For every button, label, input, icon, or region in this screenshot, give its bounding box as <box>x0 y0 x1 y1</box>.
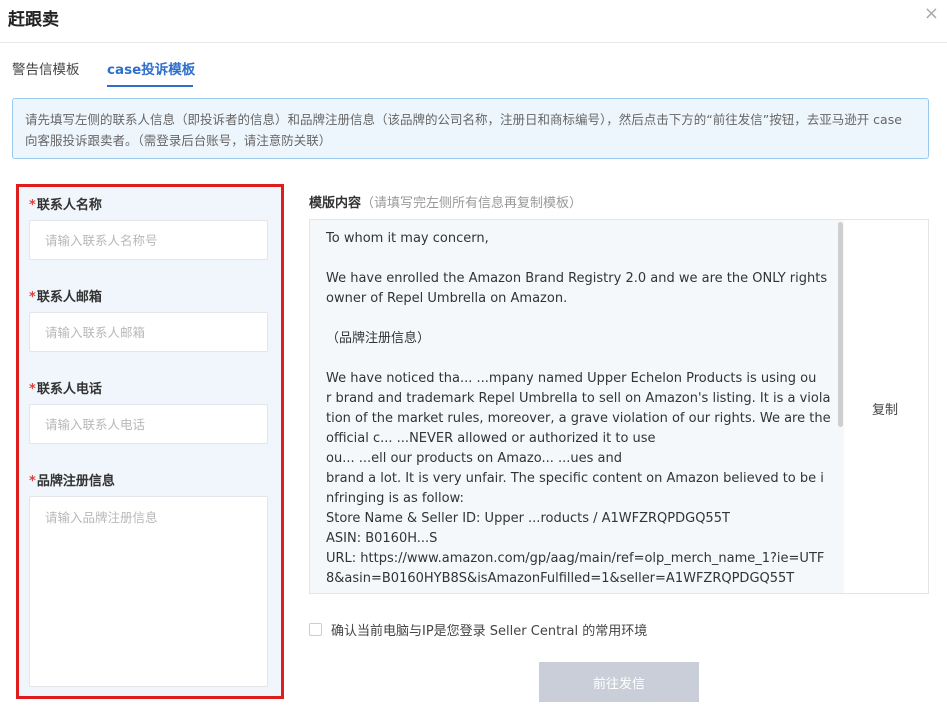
contact-phone-input[interactable] <box>29 404 268 444</box>
brand-registry-textarea[interactable] <box>29 496 268 687</box>
contact-email-input[interactable] <box>29 312 268 352</box>
template-line: nfringing is as follow: <box>326 491 464 506</box>
template-text: To whom it may concern, We have enrolled… <box>310 220 844 593</box>
required-mark: * <box>29 198 36 213</box>
template-line: official c... ...NEVER allowed or author… <box>326 431 656 446</box>
contact-form-panel: *联系人名称 *联系人邮箱 *联系人电话 *品牌注册信息 <box>16 184 284 699</box>
template-line: ou... ...ell our products on Amazo... ..… <box>326 451 622 466</box>
template-line: tion of the market rules, moreover, a gr… <box>326 411 831 426</box>
copy-button[interactable]: 复制 <box>872 399 898 418</box>
required-mark: * <box>29 474 36 489</box>
confirm-label: 确认当前电脑与IP是您登录 Seller Central 的常用环境 <box>331 624 648 639</box>
contact-email-label: *联系人邮箱 <box>29 290 102 305</box>
confirm-environment-row: 确认当前电脑与IP是您登录 Seller Central 的常用环境 <box>309 620 647 639</box>
notice-banner: 请先填写左侧的联系人信息（即投诉者的信息）和品牌注册信息（该品牌的公司名称，注册… <box>12 98 929 159</box>
template-line: ASIN: B0160H...S <box>326 531 438 546</box>
header-divider <box>0 42 947 43</box>
required-mark: * <box>29 382 36 397</box>
template-line: brand a lot. It is very unfair. The spec… <box>326 471 824 486</box>
template-line: URL: https://www.amazon.com/gp/aag/main/… <box>326 551 825 566</box>
template-box: To whom it may concern, We have enrolled… <box>309 219 929 594</box>
template-line: Store Name & Seller ID: Upper ...roducts… <box>326 511 730 526</box>
contact-name-input[interactable] <box>29 220 268 260</box>
template-paragraph: We have enrolled the Amazon Brand Regist… <box>326 271 828 306</box>
template-paragraph: To whom it may concern, <box>326 231 489 246</box>
confirm-checkbox[interactable] <box>309 623 322 636</box>
template-content-label: 模版内容（请填写完左侧所有信息再复制模板） <box>309 196 583 211</box>
send-letter-button[interactable]: 前往发信 <box>539 662 699 702</box>
template-scrollbar[interactable] <box>838 222 843 427</box>
active-tab-indicator <box>107 85 193 87</box>
template-paragraph: （品牌注册信息） <box>326 331 431 346</box>
brand-registry-label: *品牌注册信息 <box>29 474 115 489</box>
close-icon[interactable]: × <box>924 3 939 24</box>
required-mark: * <box>29 290 36 305</box>
contact-phone-label: *联系人电话 <box>29 382 102 397</box>
template-line: 8&asin=B0160HYB8S&isAmazonFulfilled=1&se… <box>326 571 795 586</box>
contact-name-label: *联系人名称 <box>29 198 102 213</box>
template-line: We have noticed tha... ...mpany named Up… <box>326 371 817 386</box>
template-line: r brand and trademark Repel Umbrella to … <box>326 391 831 406</box>
tab-case-complaint[interactable]: case投诉模板 <box>107 58 195 78</box>
dialog-title: 赶跟卖 <box>8 10 59 30</box>
tab-warning-letter[interactable]: 警告信模板 <box>12 58 80 78</box>
